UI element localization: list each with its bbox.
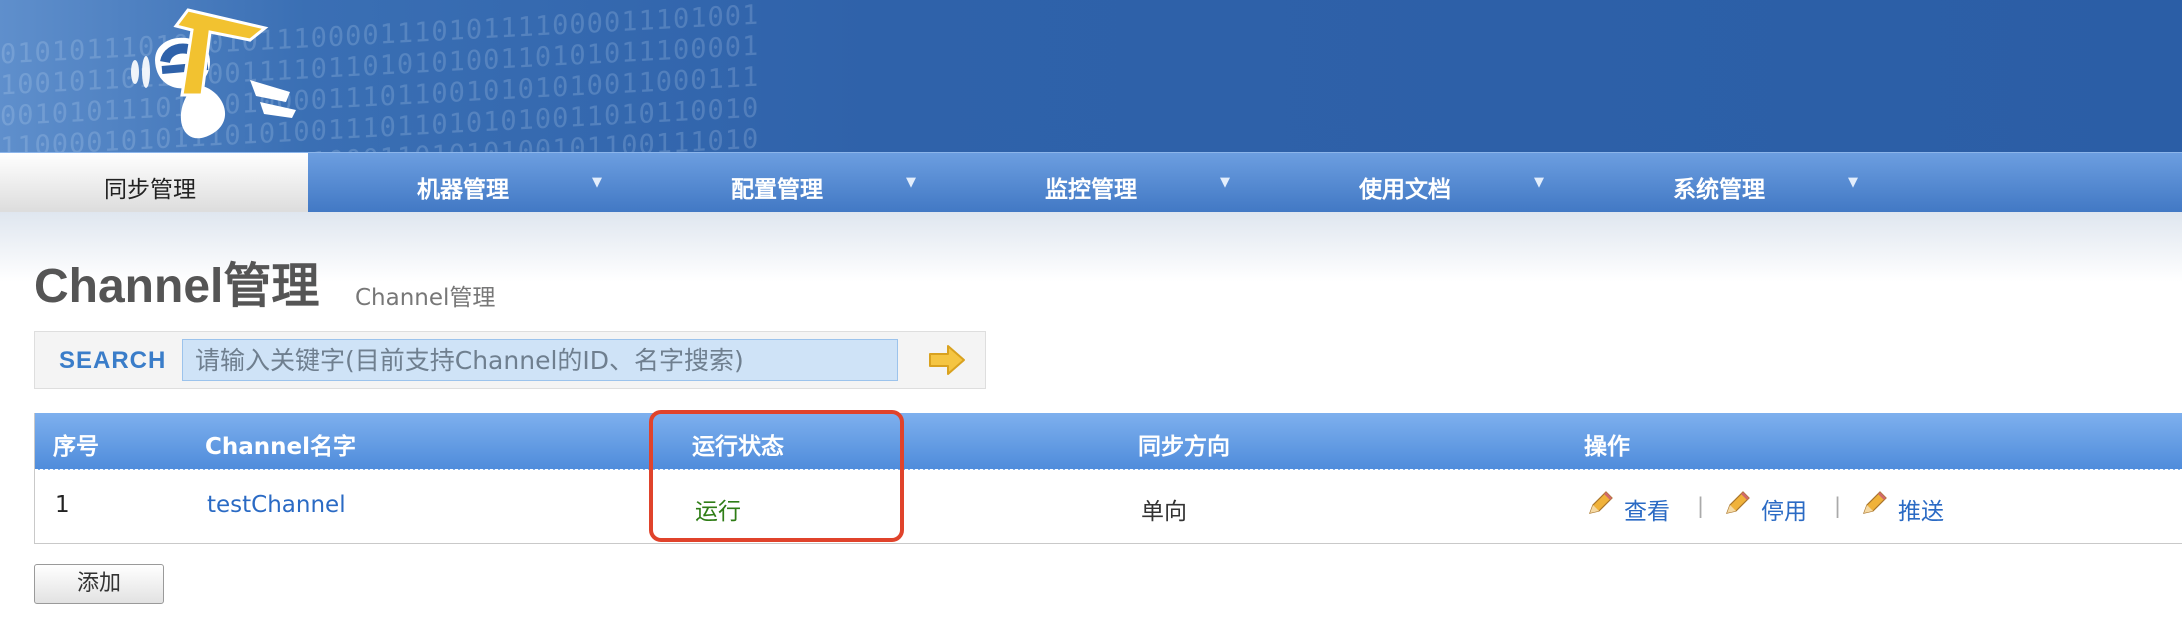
- column-header-name: Channel名字: [205, 434, 357, 460]
- main-nav: 同步管理 机器管理 ▼ 配置管理 ▼ 监控管理 ▼ 使用文档 ▼ 系统管理 ▼: [0, 152, 2182, 213]
- column-header-index: 序号: [53, 434, 99, 460]
- pencil-icon: [1726, 491, 1750, 514]
- nav-item-system[interactable]: 系统管理 ▼: [1568, 153, 1882, 213]
- nav-item-sync[interactable]: 同步管理: [0, 153, 308, 213]
- push-label: 推送: [1898, 499, 1944, 525]
- search-input[interactable]: [182, 339, 898, 381]
- nav-item-label: 配置管理: [731, 177, 823, 203]
- page-title: Channel管理: [34, 260, 320, 313]
- nav-item-monitor[interactable]: 监控管理 ▼: [940, 153, 1254, 213]
- nav-item-label: 监控管理: [1045, 177, 1137, 203]
- header-banner: 0101011101010101110000111010111100001110…: [0, 0, 2182, 152]
- action-separator: |: [1834, 494, 1842, 518]
- disable-label: 停用: [1761, 499, 1807, 525]
- nav-item-machine[interactable]: 机器管理 ▼: [312, 153, 626, 213]
- row-index: 1: [55, 492, 70, 518]
- table-row: 1 testChannel 运行 单向 查看 | 停用 | 推送: [35, 470, 2182, 543]
- add-button[interactable]: 添加: [34, 564, 164, 604]
- caret-down-icon: ▼: [1220, 175, 1230, 190]
- caret-down-icon: ▼: [906, 175, 916, 190]
- table-header: 序号 Channel名字 运行状态 同步方向 操作: [35, 413, 2182, 470]
- logo-otter: [131, 8, 296, 139]
- nav-item-label: 机器管理: [417, 177, 509, 203]
- column-header-actions: 操作: [1584, 434, 1630, 460]
- pencil-icon: [1589, 491, 1613, 514]
- nav-item-label: 系统管理: [1673, 177, 1765, 203]
- arrow-right-icon[interactable]: [928, 344, 966, 376]
- header-fade: [0, 212, 2182, 282]
- nav-item-label: 使用文档: [1359, 177, 1451, 203]
- nav-item-docs[interactable]: 使用文档 ▼: [1254, 153, 1568, 213]
- highlight-box: [649, 410, 904, 542]
- caret-down-icon: ▼: [592, 175, 602, 190]
- nav-item-label: 同步管理: [104, 177, 196, 203]
- channel-table: 序号 Channel名字 运行状态 同步方向 操作 1 testChannel …: [34, 413, 2182, 544]
- channel-name-link[interactable]: testChannel: [207, 492, 346, 518]
- column-header-direction: 同步方向: [1138, 434, 1230, 460]
- page-subtitle: Channel管理: [355, 285, 496, 311]
- direction-text: 单向: [1141, 499, 1187, 525]
- action-separator: |: [1697, 494, 1705, 518]
- search-label: SEARCH: [59, 347, 167, 374]
- pencil-icon: [1863, 491, 1887, 514]
- nav-item-config[interactable]: 配置管理 ▼: [626, 153, 940, 213]
- search-bar: SEARCH: [34, 331, 986, 389]
- caret-down-icon: ▼: [1848, 175, 1858, 190]
- caret-down-icon: ▼: [1534, 175, 1544, 190]
- view-label: 查看: [1624, 499, 1670, 525]
